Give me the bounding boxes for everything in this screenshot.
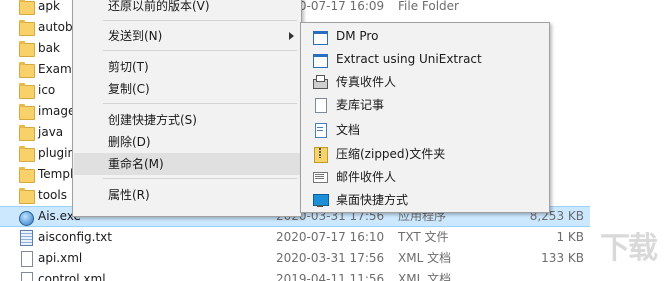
file-name: Templ bbox=[38, 167, 74, 181]
file-name: bak bbox=[38, 41, 60, 55]
list-item[interactable]: aisconfig.txt 2020-07-17 16:10 TXT 文件 1 … bbox=[0, 227, 590, 248]
menu-item-label: 压缩(zipped)文件夹 bbox=[336, 147, 446, 161]
folder-icon bbox=[18, 83, 35, 99]
menu-item-create-shortcut[interactable]: 创建快捷方式(S) bbox=[74, 109, 300, 131]
folder-icon bbox=[18, 0, 35, 15]
submenu-item-fax-recipient[interactable]: 传真收件人 bbox=[302, 71, 548, 93]
file-name: apk bbox=[38, 0, 60, 13]
zip-folder-icon bbox=[312, 146, 328, 163]
submenu-item-desktop-shortcut[interactable]: 桌面快捷方式 bbox=[302, 189, 548, 211]
folder-icon bbox=[18, 20, 35, 36]
menu-item-label: 传真收件人 bbox=[336, 75, 397, 89]
window-icon bbox=[312, 51, 328, 68]
submenu-item-zipped-folder[interactable]: 压缩(zipped)文件夹 bbox=[302, 143, 548, 165]
file-type: TXT 文件 bbox=[398, 230, 449, 244]
file-date: 2019-04-11 11:56 bbox=[276, 272, 385, 281]
menu-item-label: 麦库记事 bbox=[336, 98, 385, 112]
menu-item-label: 桌面快捷方式 bbox=[336, 193, 409, 207]
fax-icon bbox=[312, 74, 328, 90]
folder-icon bbox=[18, 188, 35, 204]
submenu-item-dm-pro[interactable]: DM Pro bbox=[302, 25, 548, 47]
file-name: control.xml bbox=[38, 272, 106, 281]
folder-icon bbox=[18, 62, 35, 78]
menu-separator bbox=[103, 178, 297, 179]
menu-separator bbox=[103, 20, 297, 21]
menu-item-copy[interactable]: 复制(C) bbox=[74, 78, 300, 100]
file-name: ico bbox=[38, 83, 56, 97]
file-type: File Folder bbox=[398, 0, 459, 13]
menu-item-delete[interactable]: 删除(D) bbox=[74, 131, 300, 153]
documents-icon bbox=[312, 122, 328, 138]
file-type: XML 文档 bbox=[398, 272, 452, 281]
file-name: image bbox=[38, 104, 76, 118]
folder-icon bbox=[18, 125, 35, 141]
menu-item-label: 邮件收件人 bbox=[336, 170, 397, 184]
menu-item-restore-previous-versions[interactable]: 还原以前的版本(V) bbox=[74, 0, 300, 17]
folder-icon bbox=[18, 104, 35, 120]
note-icon bbox=[312, 97, 328, 113]
menu-item-cut[interactable]: 剪切(T) bbox=[74, 56, 300, 78]
menu-item-label: Extract using UniExtract bbox=[336, 52, 482, 66]
file-size: 1 KB bbox=[556, 230, 584, 244]
document-icon bbox=[18, 251, 34, 267]
mail-icon bbox=[312, 169, 328, 185]
document-icon bbox=[18, 272, 34, 281]
menu-item-label: 复制(C) bbox=[108, 82, 150, 96]
file-date: 2020-07-17 16:10 bbox=[276, 230, 385, 244]
menu-item-label: 删除(D) bbox=[108, 135, 151, 149]
folder-icon bbox=[18, 41, 35, 57]
menu-item-label: 还原以前的版本(V) bbox=[108, 0, 210, 13]
text-file-icon bbox=[18, 230, 34, 246]
file-name: api.xml bbox=[38, 251, 83, 265]
file-name: java bbox=[38, 125, 64, 139]
menu-separator bbox=[103, 103, 297, 104]
file-type: XML 文档 bbox=[398, 251, 452, 265]
folder-icon bbox=[18, 146, 35, 162]
menu-separator bbox=[103, 50, 297, 51]
submenu-item-mail-recipient[interactable]: 邮件收件人 bbox=[302, 166, 548, 188]
chevron-right-icon bbox=[289, 32, 294, 40]
menu-item-label: 重命名(M) bbox=[108, 157, 164, 171]
file-name: tools bbox=[38, 188, 67, 202]
menu-item-label: 发送到(N) bbox=[108, 29, 163, 43]
submenu-item-note[interactable]: 麦库记事 bbox=[302, 94, 548, 116]
explorer-window: apk 2020-07-17 16:09 File Folder autob b… bbox=[0, 0, 664, 281]
menu-item-label: 文档 bbox=[336, 123, 361, 137]
file-name: plugin bbox=[38, 146, 76, 160]
desktop-icon bbox=[312, 192, 329, 208]
folder-icon bbox=[18, 167, 35, 183]
menu-item-label: DM Pro bbox=[336, 29, 379, 43]
window-icon bbox=[312, 28, 328, 45]
submenu-item-documents[interactable]: 文档 bbox=[302, 119, 548, 141]
menu-item-label: 创建快捷方式(S) bbox=[108, 113, 197, 127]
menu-item-label: 属性(R) bbox=[108, 188, 150, 202]
file-name: aisconfig.txt bbox=[38, 230, 112, 244]
menu-item-rename[interactable]: 重命名(M) bbox=[74, 153, 300, 175]
list-item[interactable]: api.xml 2020-03-31 17:56 XML 文档 133 KB bbox=[0, 248, 590, 269]
file-name: autob bbox=[38, 20, 73, 34]
menu-item-send-to[interactable]: 发送到(N) bbox=[74, 25, 300, 47]
exe-icon bbox=[18, 210, 34, 226]
menu-item-label: 剪切(T) bbox=[108, 60, 149, 74]
file-date: 2020-03-31 17:56 bbox=[276, 251, 385, 265]
submenu-item-uniextract[interactable]: Extract using UniExtract bbox=[302, 48, 548, 70]
context-menu: 还原以前的版本(V) 发送到(N) 剪切(T) 复制(C) 创建快捷方式(S) … bbox=[72, 0, 302, 217]
file-size: 133 KB bbox=[541, 251, 584, 265]
send-to-submenu: DM Pro Extract using UniExtract 传真收件人 麦库… bbox=[300, 22, 550, 213]
list-item[interactable]: control.xml 2019-04-11 11:56 XML 文档 bbox=[0, 269, 590, 281]
menu-item-properties[interactable]: 属性(R) bbox=[74, 184, 300, 206]
watermark-logo: 下载吧 bbox=[600, 231, 658, 266]
